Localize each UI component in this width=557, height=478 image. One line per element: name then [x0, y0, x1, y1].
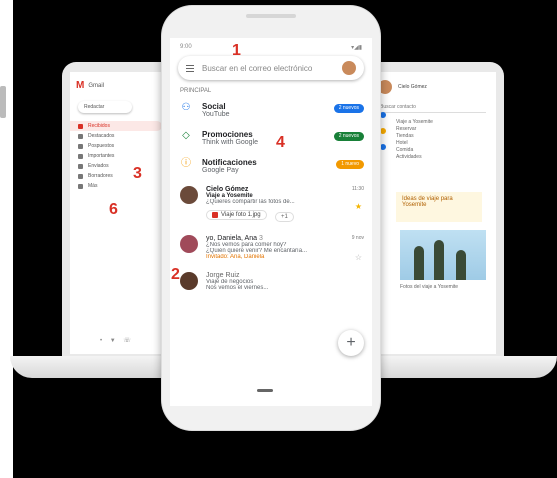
- sidebar-item-inbox[interactable]: Recibidos: [70, 121, 162, 131]
- status-badge: 1 nuevo: [336, 160, 364, 169]
- avatar[interactable]: [378, 80, 392, 94]
- sidebar-item-label: Enviados: [88, 163, 109, 169]
- attachment-chip[interactable]: Viaje foto 1.jpg: [206, 210, 267, 220]
- draft-icon: [78, 173, 83, 179]
- tag-icon: ◇: [182, 130, 190, 141]
- mail-snippet: Nos vemos el viernes...: [206, 285, 269, 291]
- mail-time: 11:30: [351, 186, 364, 192]
- phone-speaker: [246, 14, 296, 18]
- palm-tree: [414, 246, 424, 280]
- label-icon: [78, 153, 83, 159]
- menu-icon[interactable]: [186, 64, 194, 72]
- keep-note[interactable]: Ideas de viaje para Yosemite: [396, 192, 482, 222]
- status-badge: 2 nuevos: [333, 132, 364, 141]
- tasks-icon[interactable]: [380, 144, 386, 150]
- info-icon: ⓘ: [181, 158, 191, 169]
- panel-header: Cielo Gómez: [370, 72, 496, 102]
- star-outline-icon[interactable]: ☆: [355, 253, 362, 262]
- sidebar-item-label: Pospuestos: [88, 143, 115, 149]
- sidebar-item-label: Destacados: [88, 133, 115, 139]
- list-item[interactable]: Jorge Ruiz Viaje de negocios Nos vemos e…: [170, 266, 372, 297]
- stage: M Gmail Redactar Recibidos Destacados Po…: [0, 0, 557, 478]
- sidebar-item-label: Recibidos: [88, 123, 110, 129]
- compose-fab[interactable]: +: [338, 330, 364, 356]
- edge-mark: [0, 86, 6, 118]
- annotation-1: 1: [232, 42, 241, 59]
- clock-icon: [78, 143, 83, 149]
- people-icon: ⚇: [181, 102, 191, 113]
- mail-sender: Jorge Ruiz: [206, 272, 240, 279]
- avatar: [180, 272, 198, 290]
- image-file-icon: [212, 212, 218, 218]
- annotation-3: 3: [133, 165, 142, 182]
- mail-sender: yo, Daniela, Ana 3: [206, 235, 263, 242]
- mail-sender: Cielo Gómez: [206, 186, 249, 193]
- list-item[interactable]: Viaje a Yosemite: [396, 119, 496, 126]
- search-input[interactable]: Buscar en el correo electrónico: [178, 56, 364, 80]
- gmail-app-name: Gmail: [88, 82, 105, 89]
- list-item[interactable]: Tiendas: [396, 133, 496, 140]
- task-list: Viaje a Yosemite Reservar Tiendas Hotel …: [396, 119, 496, 161]
- list-item[interactable]: Comida: [396, 147, 496, 154]
- left-edge-strip: [0, 0, 13, 478]
- search-placeholder: Buscar en el correo electrónico: [202, 63, 313, 73]
- avatar[interactable]: [342, 61, 356, 75]
- list-item[interactable]: Actividades: [396, 154, 496, 161]
- contact-name: Cielo Gómez: [398, 84, 427, 90]
- sidebar-item-label: Borradores: [88, 173, 113, 179]
- mail-tag: Invitado: Ana, Daniela: [206, 254, 265, 260]
- mail-time: 9 nov: [351, 235, 364, 241]
- list-item[interactable]: yo, Daniela, Ana 3 ¿Nos vemos para comer…: [170, 229, 372, 266]
- status-time: 9:00: [180, 44, 192, 50]
- chevron-down-icon: [78, 183, 83, 189]
- avatar: [180, 186, 198, 204]
- attachment-name: Viaje foto 1.jpg: [221, 212, 261, 218]
- compose-button[interactable]: Redactar: [78, 101, 132, 113]
- list-item[interactable]: Cielo Gómez Viaje a Yosemite ¿Quieres co…: [170, 180, 372, 229]
- send-icon: [78, 163, 83, 169]
- annotation-4: 4: [276, 134, 285, 151]
- keep-icon[interactable]: [380, 128, 386, 134]
- category-updates[interactable]: ⓘ Notificaciones Google Pay 1 nuevo: [170, 152, 372, 180]
- contact-search[interactable]: Buscar contacto: [380, 104, 486, 113]
- home-indicator[interactable]: [257, 389, 273, 392]
- annotation-2: 2: [171, 266, 180, 283]
- inbox-icon: [78, 123, 83, 129]
- annotation-6: 6: [109, 201, 118, 218]
- category-social[interactable]: ⚇ Social YouTube 2 nuevos: [170, 96, 372, 124]
- phone-screen: 9:00 ▾◢▮ Buscar en el correo electrónico…: [170, 38, 372, 406]
- photo-caption: Fotos del viaje a Yosemite: [400, 284, 459, 290]
- palm-tree: [434, 240, 444, 280]
- status-bar: 9:00 ▾◢▮: [170, 38, 372, 51]
- signal-icon: ▾◢▮: [351, 45, 362, 51]
- sidebar-item-label: Importantes: [88, 153, 115, 159]
- trip-photo[interactable]: [400, 230, 486, 280]
- category-promotions[interactable]: ◇ Promociones Think with Google 2 nuevos: [170, 124, 372, 152]
- sidebar-item-label: Más: [88, 183, 98, 189]
- section-label: PRINCIPAL: [180, 88, 212, 94]
- palm-tree: [456, 250, 466, 280]
- gmail-logo-icon: M: [76, 80, 85, 91]
- more-attachments[interactable]: +1: [275, 212, 294, 222]
- status-badge: 2 nuevos: [333, 104, 364, 113]
- star-icon: [78, 133, 83, 139]
- star-icon[interactable]: ★: [355, 202, 362, 211]
- list-item[interactable]: Hotel: [396, 140, 496, 147]
- avatar: [180, 235, 198, 253]
- phone-device: 9:00 ▾◢▮ Buscar en el correo electrónico…: [162, 6, 380, 430]
- laptop-right-panel: Cielo Gómez Buscar contacto Viaje a Yose…: [370, 72, 496, 354]
- sidebar-bottom-icons: • ▼ ☏: [100, 338, 134, 344]
- list-item[interactable]: Reservar: [396, 126, 496, 133]
- calendar-icon[interactable]: [380, 112, 386, 118]
